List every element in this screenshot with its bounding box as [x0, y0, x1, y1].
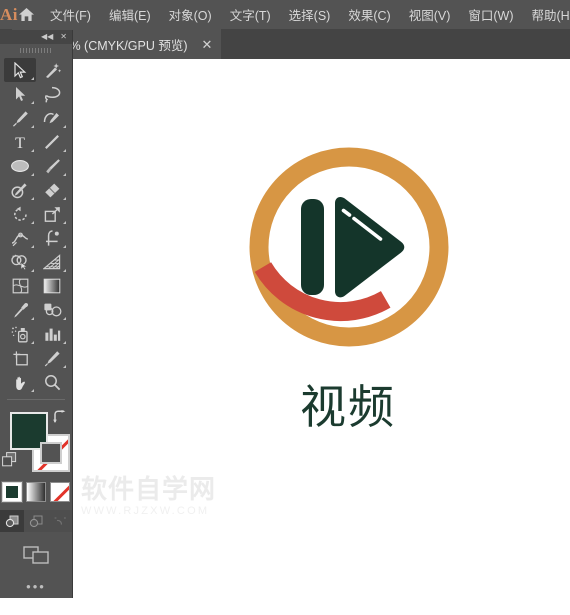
swap-fill-stroke-icon[interactable]: [52, 410, 66, 428]
menu-edit[interactable]: 编辑(E): [100, 0, 160, 29]
ellipse-tool[interactable]: [4, 154, 36, 178]
svg-text:T: T: [15, 135, 25, 150]
menu-file[interactable]: 文件(F): [41, 0, 100, 29]
drawing-mode-row: [0, 510, 72, 532]
free-transform-tool[interactable]: [36, 226, 68, 250]
magic-wand-tool[interactable]: [36, 58, 68, 82]
close-panel-icon[interactable]: ✕: [60, 33, 67, 41]
column-graph-tool[interactable]: [36, 322, 68, 346]
mesh-tool[interactable]: [4, 274, 36, 298]
shaper-tool[interactable]: [4, 178, 36, 202]
document-tab-bar: ✕ @ 119.66% (CMYK/GPU 预览) ✕: [0, 29, 570, 59]
paintbrush-tool[interactable]: [36, 154, 68, 178]
menu-bar: Ai 文件(F) 编辑(E) 对象(O) 文字(T) 选择(S) 效果(C) 视…: [0, 0, 570, 29]
logo-svg: [249, 147, 449, 347]
pause-bar: [301, 199, 324, 295]
menu-help[interactable]: 帮助(H: [523, 0, 570, 29]
stroke-swatch-inner: [40, 442, 62, 464]
artboard-canvas[interactable]: 视频 软件自学网 WWW.RJZXW.COM: [73, 59, 570, 615]
draw-normal-button[interactable]: [0, 510, 24, 532]
close-icon[interactable]: ✕: [188, 38, 222, 51]
artwork-label[interactable]: 视频: [223, 384, 473, 430]
color-mode-button[interactable]: [2, 482, 22, 502]
artboard-tool[interactable]: [4, 346, 36, 370]
illustrator-window: Ai 文件(F) 编辑(E) 对象(O) 文字(T) 选择(S) 效果(C) 视…: [0, 0, 570, 615]
watermark-en: WWW.RJZXW.COM: [81, 505, 210, 517]
symbol-sprayer-tool[interactable]: [4, 322, 36, 346]
tools-panel: ◀◀ ✕ T •••: [0, 30, 73, 598]
curvature-tool[interactable]: [36, 106, 68, 130]
screen-mode-button[interactable]: [0, 544, 72, 566]
app-logo: Ai: [0, 4, 18, 24]
blend-tool[interactable]: [36, 298, 68, 322]
watermark: 软件自学网 WWW.RJZXW.COM: [81, 477, 241, 517]
panel-drag-handle[interactable]: [0, 44, 72, 56]
eyedropper-tool[interactable]: [4, 298, 36, 322]
watermark-cn: 软件自学网: [81, 475, 217, 505]
tools-divider: [7, 399, 65, 400]
type-tool[interactable]: T: [4, 130, 36, 154]
scale-tool[interactable]: [36, 202, 68, 226]
menu-type[interactable]: 文字(T): [221, 0, 280, 29]
perspective-grid-tool[interactable]: [36, 250, 68, 274]
shape-builder-tool[interactable]: [4, 250, 36, 274]
draw-behind-button[interactable]: [24, 510, 48, 532]
home-icon[interactable]: [18, 0, 35, 29]
tool-grid: T: [0, 56, 72, 394]
line-segment-tool[interactable]: [36, 130, 68, 154]
gradient-mode-button[interactable]: [26, 482, 46, 502]
fill-stroke-controls: [0, 408, 72, 480]
more-tools-button[interactable]: •••: [0, 580, 72, 593]
none-mode-button[interactable]: [50, 482, 70, 502]
direct-selection-tool[interactable]: [4, 82, 36, 106]
menu-view[interactable]: 视图(V): [400, 0, 460, 29]
tools-panel-header: ◀◀ ✕: [0, 30, 72, 44]
menu-effect[interactable]: 效果(C): [339, 0, 399, 29]
menu-item-list: 文件(F) 编辑(E) 对象(O) 文字(T) 选择(S) 效果(C) 视图(V…: [41, 0, 570, 29]
video-logo-artwork[interactable]: [239, 137, 459, 357]
menu-select[interactable]: 选择(S): [280, 0, 340, 29]
hand-tool[interactable]: [4, 370, 36, 394]
default-fill-stroke-icon[interactable]: [2, 452, 17, 472]
draw-inside-button[interactable]: [48, 510, 72, 532]
eraser-tool[interactable]: [36, 178, 68, 202]
slice-tool[interactable]: [36, 346, 68, 370]
pen-tool[interactable]: [4, 106, 36, 130]
width-tool[interactable]: [4, 226, 36, 250]
menu-window[interactable]: 窗口(W): [459, 0, 522, 29]
menu-object[interactable]: 对象(O): [160, 0, 221, 29]
color-mode-row: [0, 482, 72, 502]
gradient-tool[interactable]: [36, 274, 68, 298]
rotate-tool[interactable]: [4, 202, 36, 226]
zoom-tool[interactable]: [36, 370, 68, 394]
lasso-tool[interactable]: [36, 82, 68, 106]
selection-tool[interactable]: [4, 58, 36, 82]
collapse-panel-icon[interactable]: ◀◀: [41, 33, 53, 41]
